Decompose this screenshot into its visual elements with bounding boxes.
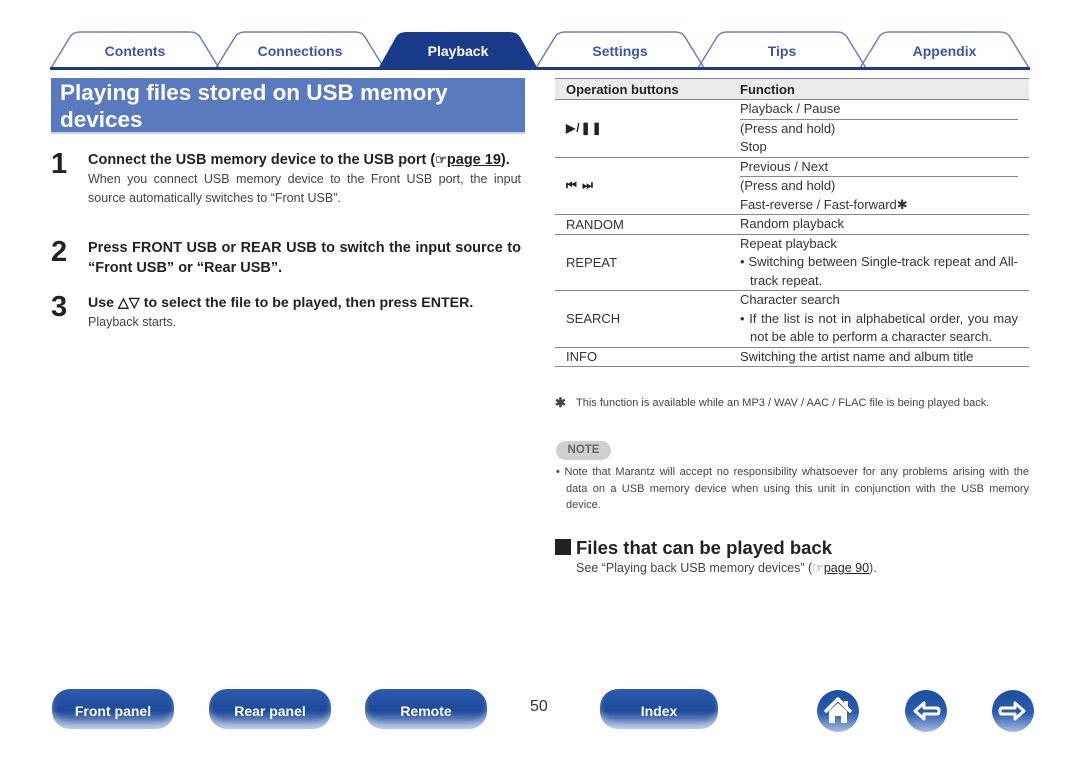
back-button[interactable] <box>905 690 947 732</box>
forward-button[interactable] <box>992 690 1034 732</box>
page-title-bar: Playing files stored on USB memory devic… <box>51 78 525 134</box>
play-pause-button-label: ▶/❚❚ <box>555 99 740 158</box>
column-header: Function <box>740 78 1029 100</box>
step-1: 1 Connect the USB memory device to the U… <box>51 148 521 208</box>
page-number: 50 <box>530 698 548 715</box>
index-button[interactable]: Index <box>600 689 718 729</box>
tab-tips[interactable]: Tips <box>697 31 867 69</box>
table-row: SEARCH Character search • If the list is… <box>555 290 1029 348</box>
section-heading: Files that can be played back <box>555 537 832 559</box>
table-row: ⏮ ⏭ Previous / Next (Press and hold) Fas… <box>555 157 1029 215</box>
remote-button[interactable]: Remote <box>365 689 487 729</box>
page-reference-icon: ☞ <box>812 560 824 575</box>
tab-underline <box>50 67 1030 70</box>
step-number: 3 <box>51 291 68 323</box>
tab-settings[interactable]: Settings <box>535 31 705 69</box>
step-3: 3 Use △▽ to select the file to be played… <box>51 291 521 332</box>
page-link[interactable]: page 19 <box>447 152 501 168</box>
square-bullet-icon <box>555 539 571 555</box>
asterisk-icon: ✱ <box>555 395 566 410</box>
tab-playback[interactable]: Playback <box>378 31 538 69</box>
page-reference-icon: ☞ <box>435 152 447 167</box>
table-row: REPEAT Repeat playback • Switching betwe… <box>555 234 1029 291</box>
page-link[interactable]: page 90 <box>824 561 869 575</box>
tab-appendix[interactable]: Appendix <box>859 31 1030 69</box>
tab-connections[interactable]: Connections <box>215 31 385 69</box>
table-row: ▶/❚❚ Playback / Pause (Press and hold) S… <box>555 99 1029 158</box>
step-2: 2 Press FRONT USB or REAR USB to switch … <box>51 236 521 278</box>
table-row: RANDOM Random playback <box>555 214 1029 235</box>
table-row: INFO Switching the artist name and album… <box>555 347 1029 367</box>
operation-table: Operation buttons Function ▶/❚❚ Playback… <box>555 78 1029 367</box>
step-heading: Use △▽ to select the file to be played, … <box>88 295 474 311</box>
step-number: 2 <box>51 236 68 268</box>
note-text: • Note that Marantz will accept no respo… <box>556 466 1029 511</box>
rear-panel-button[interactable]: Rear panel <box>209 689 331 729</box>
home-button[interactable] <box>817 690 859 732</box>
step-heading: Press FRONT USB or REAR USB to switch th… <box>88 240 521 276</box>
section-body: See “Playing back USB memory devices” (☞… <box>576 560 877 575</box>
tab-contents[interactable]: Contents <box>50 31 220 69</box>
back-arrow-icon <box>913 701 941 721</box>
skip-button-label: ⏮ ⏭ <box>555 157 740 215</box>
forward-arrow-icon <box>998 701 1026 721</box>
front-panel-button[interactable]: Front panel <box>52 689 174 729</box>
step-number: 1 <box>51 148 68 180</box>
step-body: When you connect USB memory device to th… <box>88 172 521 205</box>
chapter-tabs: Contents Connections Playback Settings T… <box>50 31 1030 69</box>
step-body: Playback starts. <box>88 315 177 329</box>
column-header: Operation buttons <box>555 78 740 100</box>
step-heading: Connect the USB memory device to the USB… <box>88 152 510 168</box>
footnote: ✱ This function is available while an MP… <box>555 395 990 410</box>
note-badge: NOTE <box>556 441 611 460</box>
page-title: Playing files stored on USB memory devic… <box>60 80 448 132</box>
home-icon <box>823 697 853 723</box>
